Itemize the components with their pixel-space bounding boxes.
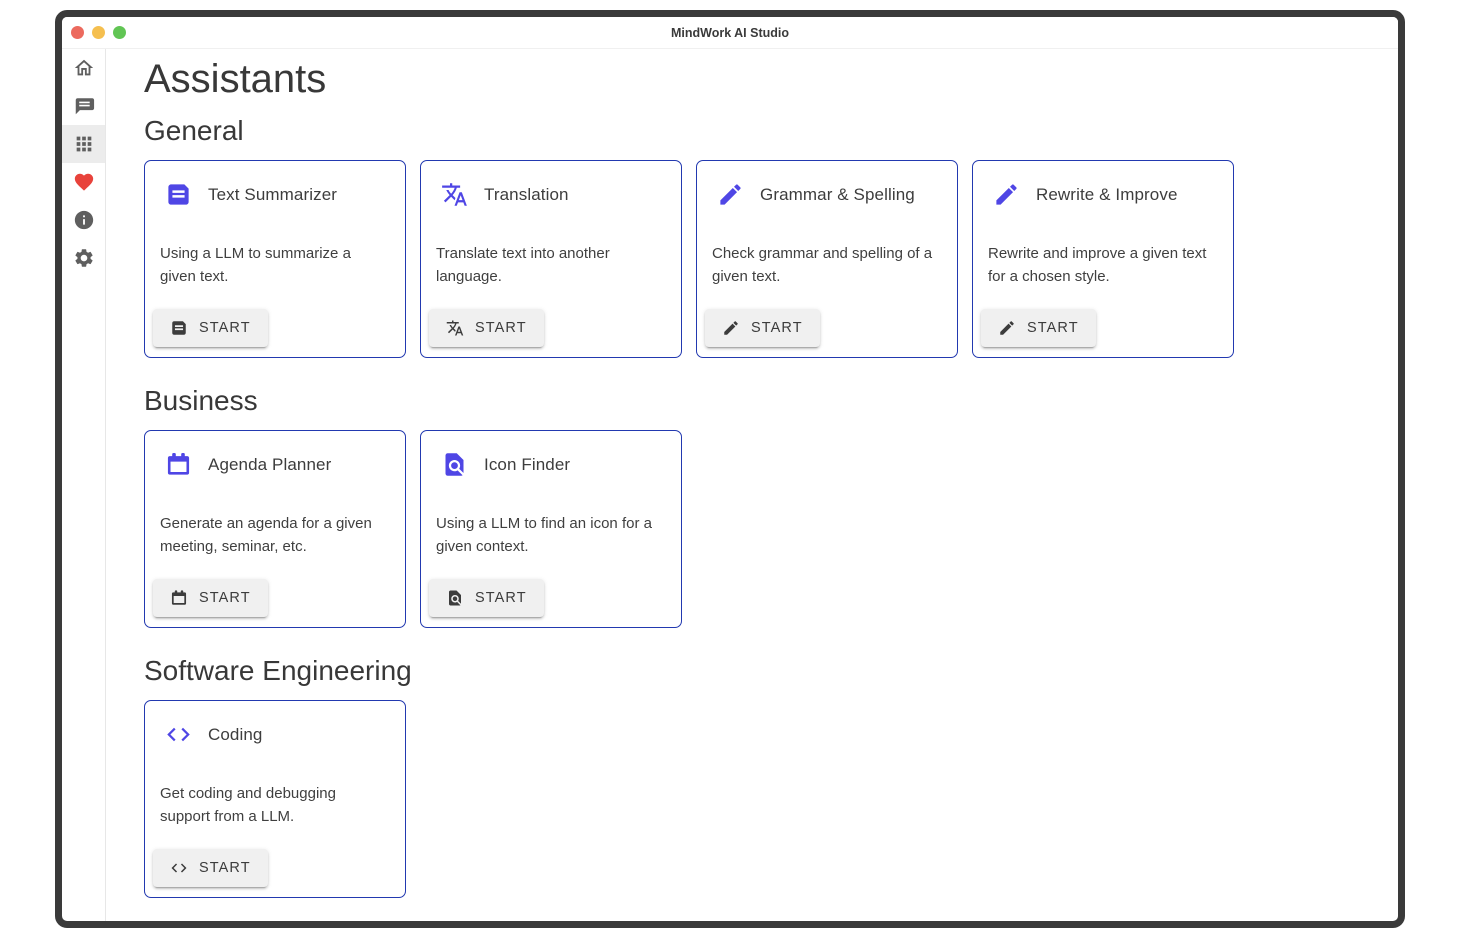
code-icon	[170, 859, 188, 877]
section-title-software-engineering: Software Engineering	[144, 654, 1398, 687]
pencil-edit-icon	[722, 319, 740, 337]
section-title-business: Business	[144, 384, 1398, 417]
calendar-icon	[165, 451, 192, 478]
card-translation: Translation Translate text into another …	[420, 160, 682, 358]
sidebar-item-info[interactable]	[62, 201, 105, 239]
card-title: Grammar & Spelling	[760, 185, 915, 205]
card-description: Get coding and debugging support from a …	[160, 783, 388, 828]
translate-icon	[446, 319, 464, 337]
app-window: MindWork AI Studio Assistants	[55, 10, 1405, 928]
translate-icon	[441, 181, 468, 208]
card-text-summarizer: Text Summarizer Using a LLM to summarize…	[144, 160, 406, 358]
info-icon	[73, 209, 95, 231]
pencil-edit-icon	[993, 181, 1020, 208]
gear-icon	[73, 247, 95, 269]
business-card-row: Agenda Planner Generate an agenda for a …	[144, 430, 1398, 628]
card-title: Icon Finder	[484, 455, 570, 475]
home-icon	[73, 57, 95, 79]
sidebar-item-chats[interactable]	[62, 87, 105, 125]
summarize-document-icon	[165, 181, 192, 208]
general-card-row: Text Summarizer Using a LLM to summarize…	[144, 160, 1398, 358]
titlebar: MindWork AI Studio	[62, 17, 1398, 49]
minimize-button[interactable]	[92, 26, 105, 39]
start-button-label: START	[751, 320, 803, 336]
card-description: Using a LLM to find an icon for a given …	[436, 513, 664, 558]
sidebar-item-home[interactable]	[62, 49, 105, 87]
card-title: Agenda Planner	[208, 455, 331, 475]
find-in-page-icon	[446, 589, 464, 607]
sidebar	[62, 49, 106, 921]
card-title: Coding	[208, 725, 262, 745]
card-description: Rewrite and improve a given text for a c…	[988, 243, 1216, 288]
card-title: Text Summarizer	[208, 185, 337, 205]
pencil-edit-icon	[717, 181, 744, 208]
sidebar-item-assistants[interactable]	[62, 125, 105, 163]
card-icon-finder: Icon Finder Using a LLM to find an icon …	[420, 430, 682, 628]
pencil-edit-icon	[998, 319, 1016, 337]
card-agenda-planner: Agenda Planner Generate an agenda for a …	[144, 430, 406, 628]
page-title: Assistants	[144, 56, 1398, 102]
card-coding: Coding Get coding and debugging support …	[144, 700, 406, 898]
sidebar-item-settings[interactable]	[62, 239, 105, 277]
start-button-label: START	[475, 590, 527, 606]
card-description: Generate an agenda for a given meeting, …	[160, 513, 388, 558]
apps-grid-icon	[73, 133, 95, 155]
start-button-label: START	[199, 860, 251, 876]
start-button-translation[interactable]: START	[429, 309, 544, 347]
find-in-page-icon	[441, 451, 468, 478]
sidebar-item-favorites[interactable]	[62, 163, 105, 201]
zoom-button[interactable]	[113, 26, 126, 39]
start-button-text-summarizer[interactable]: START	[153, 309, 268, 347]
card-title: Rewrite & Improve	[1036, 185, 1178, 205]
window-title: MindWork AI Studio	[671, 26, 789, 40]
start-button-label: START	[199, 320, 251, 336]
code-icon	[165, 721, 192, 748]
start-button-agenda-planner[interactable]: START	[153, 579, 268, 617]
heart-icon	[73, 171, 95, 193]
main-content: Assistants General Text Summarizer Using…	[106, 49, 1398, 921]
card-description: Translate text into another language.	[436, 243, 664, 288]
start-button-label: START	[1027, 320, 1079, 336]
chat-icon	[73, 95, 95, 117]
software-engineering-card-row: Coding Get coding and debugging support …	[144, 700, 1398, 898]
start-button-coding[interactable]: START	[153, 849, 268, 887]
start-button-grammar-spelling[interactable]: START	[705, 309, 820, 347]
card-grammar-spelling: Grammar & Spelling Check grammar and spe…	[696, 160, 958, 358]
card-rewrite-improve: Rewrite & Improve Rewrite and improve a …	[972, 160, 1234, 358]
summarize-document-icon	[170, 319, 188, 337]
start-button-icon-finder[interactable]: START	[429, 579, 544, 617]
section-title-general: General	[144, 114, 1398, 147]
card-description: Using a LLM to summarize a given text.	[160, 243, 388, 288]
traffic-lights	[71, 17, 126, 48]
start-button-label: START	[475, 320, 527, 336]
start-button-label: START	[199, 590, 251, 606]
calendar-icon	[170, 589, 188, 607]
card-description: Check grammar and spelling of a given te…	[712, 243, 940, 288]
close-button[interactable]	[71, 26, 84, 39]
card-title: Translation	[484, 185, 569, 205]
start-button-rewrite-improve[interactable]: START	[981, 309, 1096, 347]
